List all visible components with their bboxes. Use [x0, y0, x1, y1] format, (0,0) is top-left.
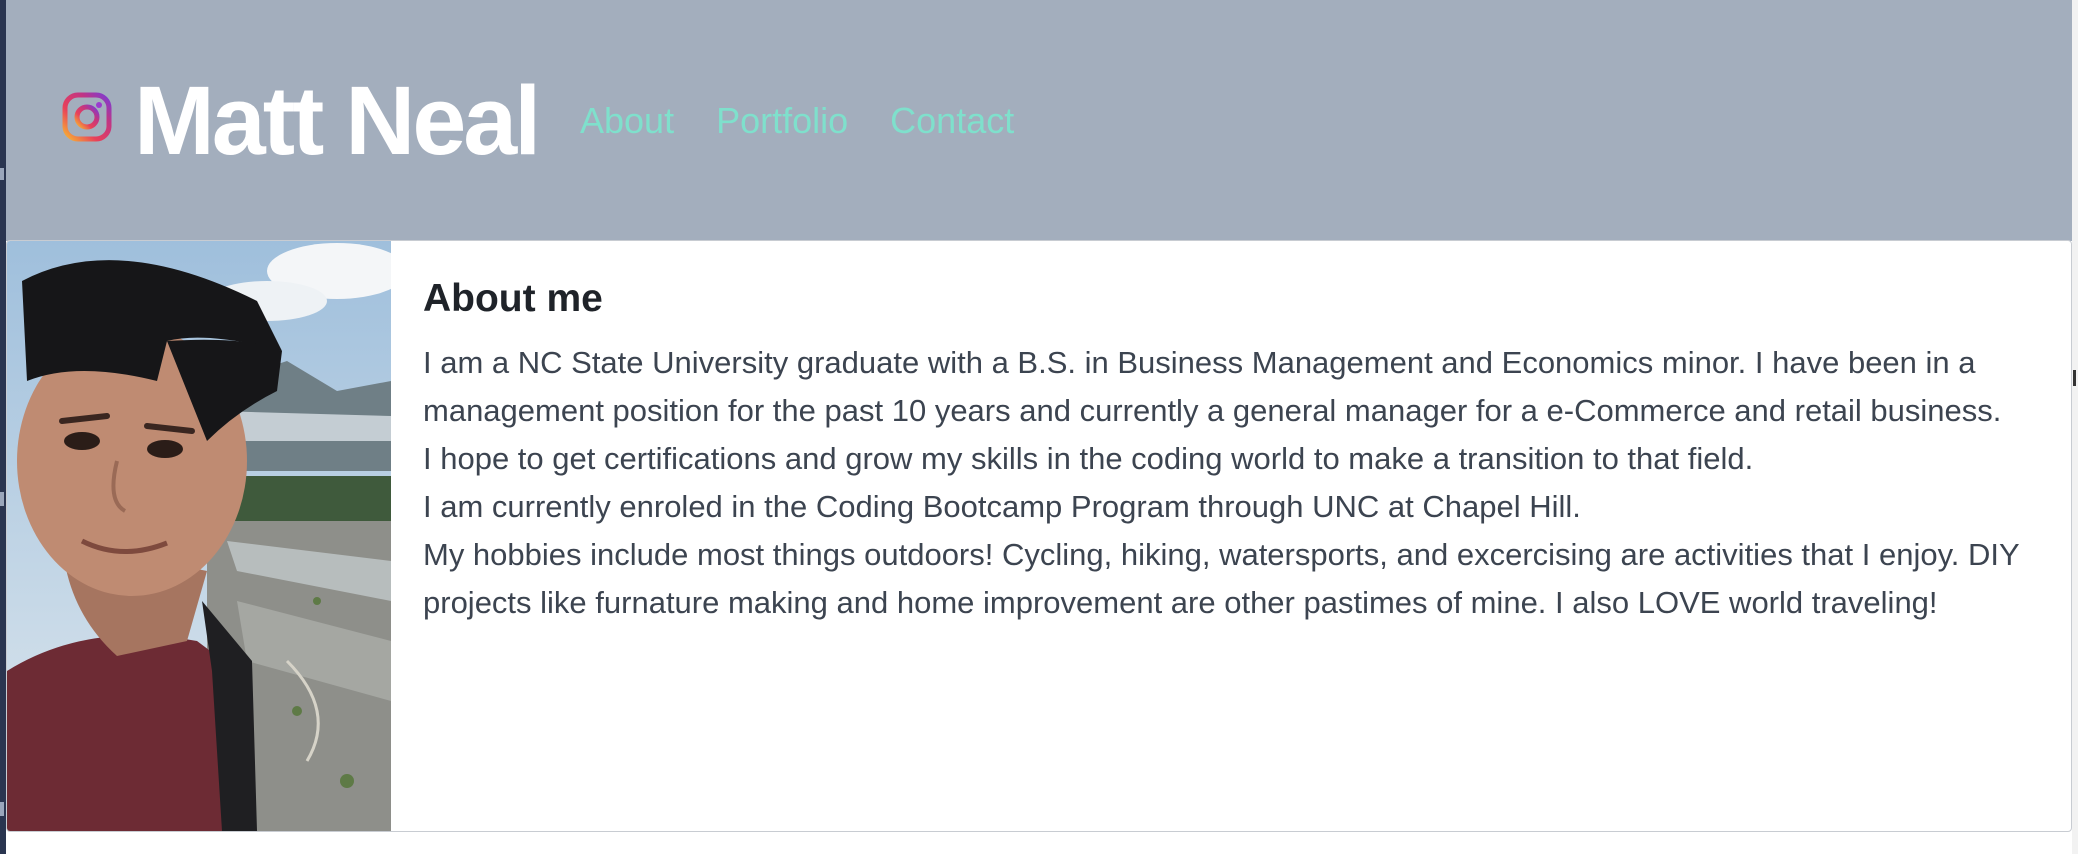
about-paragraph-education: I am a NC State University graduate with… [423, 345, 2002, 428]
about-paragraph-goals: I hope to get certifications and grow my… [423, 441, 1754, 476]
about-paragraph-hobbies: My hobbies include most things outdoors!… [423, 537, 2020, 620]
right-window-edge [2072, 0, 2078, 854]
site-title: Matt Neal [134, 66, 541, 175]
about-card: About me I am a NC State University grad… [6, 240, 2072, 832]
about-heading: About me [423, 277, 603, 320]
nav-link-about[interactable]: About [580, 100, 674, 142]
about-text: I am a NC State University graduate with… [423, 339, 2041, 627]
profile-photo [7, 241, 391, 831]
instagram-icon[interactable] [62, 92, 112, 142]
browser-viewport: Matt Neal About Portfolio Contact About … [0, 0, 2078, 854]
nav-link-contact[interactable]: Contact [890, 100, 1014, 142]
main-nav: About Portfolio Contact [580, 100, 1014, 142]
about-paragraph-bootcamp: I am currently enroled in the Coding Boo… [423, 489, 1581, 524]
nav-link-portfolio[interactable]: Portfolio [716, 100, 848, 142]
site-header: Matt Neal About Portfolio Contact [6, 0, 2072, 241]
about-content: About me I am a NC State University grad… [391, 241, 2071, 831]
